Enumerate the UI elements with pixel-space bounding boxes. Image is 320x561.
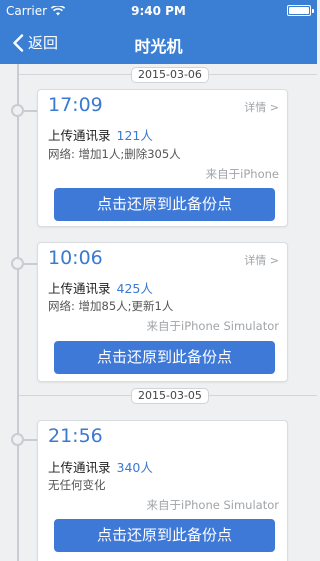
backup-action: 上传通讯录 425人 xyxy=(48,278,153,297)
change-summary: 无任何变化 xyxy=(48,478,106,492)
restore-button[interactable]: 点击还原到此备份点 xyxy=(54,188,275,221)
backup-action: 上传通讯录 121人 xyxy=(48,125,153,144)
timeline-line xyxy=(17,64,19,561)
backup-action: 上传通讯录 340人 xyxy=(48,457,153,476)
navigation-bar: 返回 时光机 xyxy=(0,22,317,64)
backup-time: 21:56 xyxy=(48,425,103,447)
contact-count: 340人 xyxy=(116,460,153,475)
source-device: 来自于iPhone Simulator xyxy=(146,498,279,512)
timeline-connector xyxy=(22,439,38,441)
action-label: 上传通讯录 xyxy=(48,460,111,475)
contact-count: 121人 xyxy=(116,128,153,143)
backup-card: 10:06 详情 > 上传通讯录 425人 网络: 增加85人;更新1人 来自于i… xyxy=(37,242,288,382)
restore-button[interactable]: 点击还原到此备份点 xyxy=(54,519,275,552)
source-device: 来自于iPhone xyxy=(205,167,279,181)
battery-fill xyxy=(289,7,309,14)
battery-icon xyxy=(287,5,314,16)
source-device: 来自于iPhone Simulator xyxy=(146,319,279,333)
page-title: 时光机 xyxy=(134,37,183,56)
status-bar: Carrier 9:40 PM xyxy=(0,0,317,22)
timeline-connector xyxy=(22,110,38,112)
details-link[interactable]: 详情 > xyxy=(244,99,279,115)
details-link[interactable]: 详情 > xyxy=(244,252,279,268)
date-label: 2015-03-05 xyxy=(131,388,209,404)
restore-button[interactable]: 点击还原到此备份点 xyxy=(54,341,275,374)
backup-time: 17:09 xyxy=(48,94,103,116)
date-label: 2015-03-06 xyxy=(131,67,209,83)
status-time: 9:40 PM xyxy=(131,4,186,18)
timeline-connector xyxy=(22,263,38,265)
change-summary: 网络: 增加85人;更新1人 xyxy=(48,299,174,313)
backup-time: 10:06 xyxy=(48,247,103,269)
change-summary: 网络: 增加1人;删除305人 xyxy=(48,147,181,161)
backup-card: 21:56 上传通讯录 340人 无任何变化 来自于iPhone Simulato… xyxy=(37,420,288,561)
contact-count: 425人 xyxy=(116,281,153,296)
backup-card: 17:09 详情 > 上传通讯录 121人 网络: 增加1人;删除305人 来自于… xyxy=(37,89,288,227)
action-label: 上传通讯录 xyxy=(48,128,111,143)
action-label: 上传通讯录 xyxy=(48,281,111,296)
